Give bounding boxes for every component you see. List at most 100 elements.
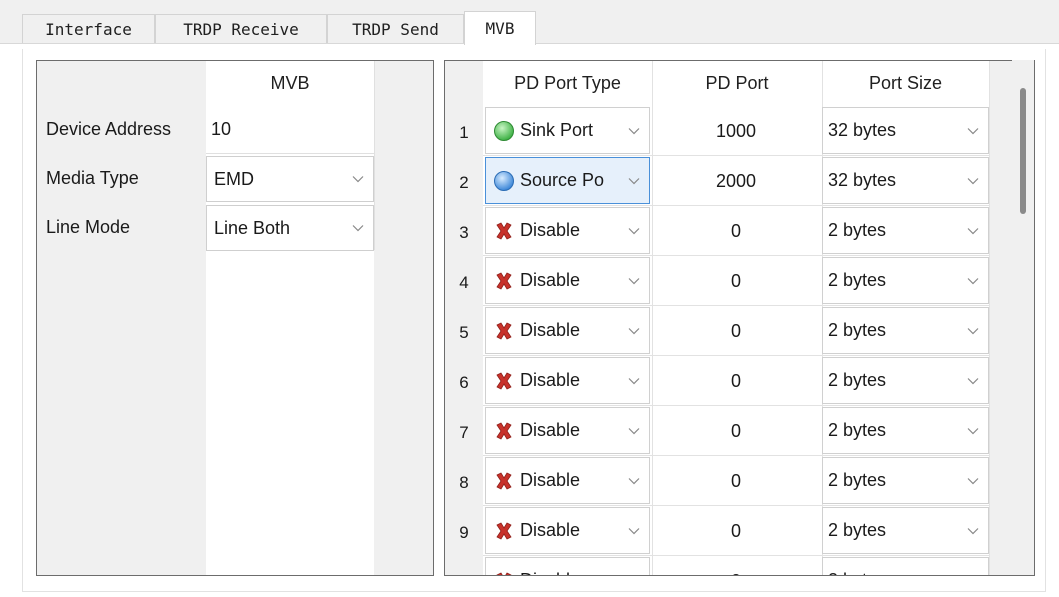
pd-port-type-value: Sink Port — [520, 120, 594, 140]
tab-interface[interactable]: Interface — [22, 14, 155, 44]
pd-port-type-combo[interactable]: Disable — [485, 207, 650, 254]
chevron-down-icon — [628, 477, 640, 484]
column-header-pd-port-type[interactable]: PD Port Type — [483, 61, 652, 105]
tab-bar: Interface TRDP Receive TRDP Send MVB — [0, 0, 1059, 45]
red-x-icon — [496, 371, 512, 390]
red-x-icon — [496, 471, 512, 490]
pd-port-type-value: Disable — [520, 220, 581, 240]
tab-label: MVB — [485, 19, 515, 38]
pd-port-cell[interactable]: 1000 — [652, 105, 820, 155]
row-number: 9 — [459, 523, 469, 542]
pd-port-type-combo[interactable]: Disable — [485, 357, 650, 404]
red-x-icon — [496, 571, 512, 575]
port-size-combo[interactable]: 2 bytes — [822, 307, 989, 354]
chevron-down-icon — [352, 176, 364, 183]
pd-port-type-combo[interactable]: Disable — [485, 457, 650, 504]
port-size-combo[interactable]: 2 bytes — [822, 207, 989, 254]
chevron-down-icon — [967, 377, 979, 384]
port-size-value: 2 bytes — [828, 570, 886, 575]
pd-port-type-combo[interactable]: Disable — [485, 557, 650, 575]
table-row: 10 Disable 0 2 bytes — [445, 555, 989, 576]
port-size-combo[interactable]: 2 bytes — [822, 407, 989, 454]
media-type-value: EMD — [214, 168, 254, 189]
table-row: 4 Disable 0 2 bytes — [445, 255, 989, 305]
pd-port-type-value: Disable — [520, 470, 581, 490]
table-row: 1 Sink Port 1000 32 bytes — [445, 105, 989, 155]
port-size-combo[interactable]: 2 bytes — [822, 457, 989, 504]
port-size-combo[interactable]: 2 bytes — [822, 257, 989, 304]
tab-label: Interface — [45, 20, 132, 39]
mvb-device-panel: MVB Device Address 10 Media Type EMD Lin… — [36, 60, 434, 576]
device-address-field[interactable]: 10 — [206, 105, 374, 154]
port-size-combo[interactable]: 2 bytes — [822, 357, 989, 404]
pd-port-type-combo[interactable]: Disable — [485, 507, 650, 554]
device-address-label: Device Address — [46, 119, 172, 139]
chevron-down-icon — [967, 277, 979, 284]
tab-trdp-send[interactable]: TRDP Send — [327, 14, 464, 44]
pd-port-type-combo[interactable]: Sink Port — [485, 107, 650, 154]
column-header-port-size[interactable]: Port Size — [822, 61, 989, 105]
port-size-value: 2 bytes — [828, 320, 887, 340]
chevron-down-icon — [967, 327, 979, 334]
port-size-value: 32 bytes — [828, 170, 897, 190]
tab-label: TRDP Send — [352, 20, 439, 39]
line-mode-value: Line Both — [214, 217, 291, 238]
chevron-down-icon — [628, 227, 640, 234]
pd-port-type-combo[interactable]: Source Po — [485, 157, 650, 204]
pd-port-cell[interactable]: 0 — [652, 205, 820, 255]
pd-port-cell[interactable]: 0 — [652, 505, 820, 555]
port-size-combo[interactable]: 2 bytes — [822, 507, 989, 554]
pd-port-cell[interactable]: 0 — [652, 555, 820, 576]
tab-mvb[interactable]: MVB — [464, 11, 536, 45]
table-row: 6 Disable 0 2 bytes — [445, 355, 989, 405]
chevron-down-icon — [628, 377, 640, 384]
pd-port-cell[interactable]: 0 — [652, 405, 820, 455]
red-x-icon — [496, 271, 512, 290]
chevron-down-icon — [628, 327, 640, 334]
chevron-down-icon — [967, 477, 979, 484]
pd-port-cell[interactable]: 2000 — [652, 155, 820, 205]
tab-trdp-receive[interactable]: TRDP Receive — [155, 14, 327, 44]
red-x-icon — [496, 321, 512, 340]
chevron-down-icon — [352, 225, 364, 232]
chevron-down-icon — [967, 227, 979, 234]
chevron-down-icon — [628, 127, 640, 134]
pd-port-type-value: Source Po — [520, 170, 605, 190]
port-size-combo[interactable]: 32 bytes — [822, 107, 989, 154]
row-number: 2 — [459, 173, 469, 192]
pd-port-type-combo[interactable]: Disable — [485, 257, 650, 304]
vertical-scrollbar[interactable] — [1012, 60, 1034, 574]
table-row: 9 Disable 0 2 bytes — [445, 505, 989, 555]
pd-port-cell[interactable]: 0 — [652, 255, 820, 305]
chevron-down-icon — [967, 177, 979, 184]
port-size-combo[interactable]: 2 bytes — [822, 557, 989, 575]
line-mode-row: Line Mode Line Both — [37, 203, 433, 252]
red-x-icon — [496, 421, 512, 440]
red-x-icon — [496, 221, 512, 240]
chevron-down-icon — [628, 527, 640, 534]
chevron-down-icon — [967, 427, 979, 434]
line-mode-combo[interactable]: Line Both — [206, 205, 374, 251]
row-number: 10 — [445, 555, 483, 575]
scrollbar-thumb[interactable] — [1020, 88, 1026, 214]
tab-content: MVB Device Address 10 Media Type EMD Lin… — [0, 44, 1059, 597]
column-divider — [989, 61, 990, 575]
media-type-label: Media Type — [46, 168, 139, 188]
row-number: 8 — [459, 473, 469, 492]
blue-circle-icon — [494, 170, 514, 191]
row-number: 3 — [459, 223, 469, 242]
pd-port-type-combo[interactable]: Disable — [485, 307, 650, 354]
chevron-down-icon — [967, 127, 979, 134]
port-size-value: 2 bytes — [828, 520, 887, 540]
pd-port-type-value: Disable — [520, 320, 581, 340]
tab-label: TRDP Receive — [183, 20, 299, 39]
media-type-combo[interactable]: EMD — [206, 156, 374, 202]
pd-port-cell[interactable]: 0 — [652, 305, 820, 355]
pd-port-cell[interactable]: 0 — [652, 355, 820, 405]
pd-port-cell[interactable]: 0 — [652, 455, 820, 505]
column-header-pd-port[interactable]: PD Port — [652, 61, 822, 105]
pd-port-type-combo[interactable]: Disable — [485, 407, 650, 454]
row-number: 7 — [459, 423, 469, 442]
port-size-combo[interactable]: 32 bytes — [822, 157, 989, 204]
media-type-row: Media Type EMD — [37, 154, 433, 203]
